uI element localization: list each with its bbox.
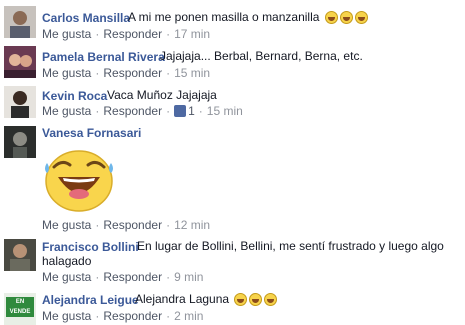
commenter-name[interactable]: Pamela Bernal Rivera: [42, 50, 165, 64]
comment-text-body: A mi me ponen masilla o manzanilla: [128, 10, 320, 24]
commenter-name[interactable]: Carlos Mansilla: [42, 11, 130, 25]
comment-text: Jajajaja... Berbal, Bernard, Berna, etc.: [160, 49, 363, 63]
laughing-tears-emoji-icon: [354, 11, 368, 24]
avatar[interactable]: [4, 126, 36, 158]
reply-link[interactable]: Responder: [103, 218, 162, 232]
like-count[interactable]: 1: [188, 104, 195, 118]
avatar[interactable]: [4, 46, 36, 78]
avatar[interactable]: [4, 86, 36, 118]
comment-text-line2: halagado: [42, 254, 92, 268]
like-link[interactable]: Me gusta: [42, 27, 91, 41]
reply-link[interactable]: Responder: [103, 270, 162, 284]
timestamp[interactable]: 15 min: [207, 104, 243, 118]
comment-text: A mi me ponen masilla o manzanilla: [128, 9, 368, 26]
like-link[interactable]: Me gusta: [42, 309, 91, 323]
timestamp[interactable]: 9 min: [174, 270, 203, 284]
comment-meta: Me gusta · Responder · 15 min: [42, 66, 211, 80]
timestamp[interactable]: 12 min: [174, 218, 210, 232]
commenter-name[interactable]: Francisco Bollini: [42, 240, 139, 254]
laughing-tears-emoji-icon: [264, 293, 278, 306]
comment-text: Vaca Muñoz Jajajaja: [107, 88, 217, 102]
reply-link[interactable]: Responder: [103, 104, 162, 118]
laughing-tears-emoji-icon: [339, 11, 353, 24]
reply-link[interactable]: Responder: [103, 66, 162, 80]
comment-meta: Me gusta · Responder · 12 min: [42, 218, 211, 232]
like-link[interactable]: Me gusta: [42, 218, 91, 232]
laughing-tears-emoji-icon: [249, 293, 263, 306]
avatar-sign: EN VENDE: [6, 297, 34, 317]
laughing-tears-emoji-icon: [234, 293, 248, 306]
timestamp[interactable]: 2 min: [174, 309, 203, 323]
commenter-name[interactable]: Alejandra Leigue: [42, 293, 139, 307]
reply-link[interactable]: Responder: [103, 27, 162, 41]
timestamp[interactable]: 15 min: [174, 66, 210, 80]
reply-link[interactable]: Responder: [103, 309, 162, 323]
timestamp[interactable]: 17 min: [174, 27, 210, 41]
avatar[interactable]: EN VENDE: [4, 293, 36, 325]
like-link[interactable]: Me gusta: [42, 66, 91, 80]
avatar[interactable]: [4, 6, 36, 38]
like-link[interactable]: Me gusta: [42, 270, 91, 284]
avatar[interactable]: [4, 239, 36, 271]
like-link[interactable]: Me gusta: [42, 104, 91, 118]
laughing-tears-emoji-icon: [42, 147, 116, 213]
laughing-tears-emoji-icon: [324, 11, 338, 24]
comment-meta: Me gusta · Responder · 17 min: [42, 27, 211, 41]
comment-meta: Me gusta · Responder · 9 min: [42, 270, 204, 284]
comment-text: Alejandra Laguna: [135, 291, 278, 308]
commenter-name[interactable]: Vanesa Fornasari: [42, 126, 141, 140]
comment-text-line1: En lugar de Bollini, Bellini, me sentí f…: [137, 239, 444, 253]
comment-text-body: Alejandra Laguna: [135, 292, 230, 306]
comment-meta: Me gusta · Responder · 2 min: [42, 309, 204, 323]
comment-meta: Me gusta · Responder · 1 · 15 min: [42, 104, 243, 118]
commenter-name[interactable]: Kevin Roca: [42, 89, 107, 103]
thumbs-up-icon[interactable]: [174, 105, 187, 117]
